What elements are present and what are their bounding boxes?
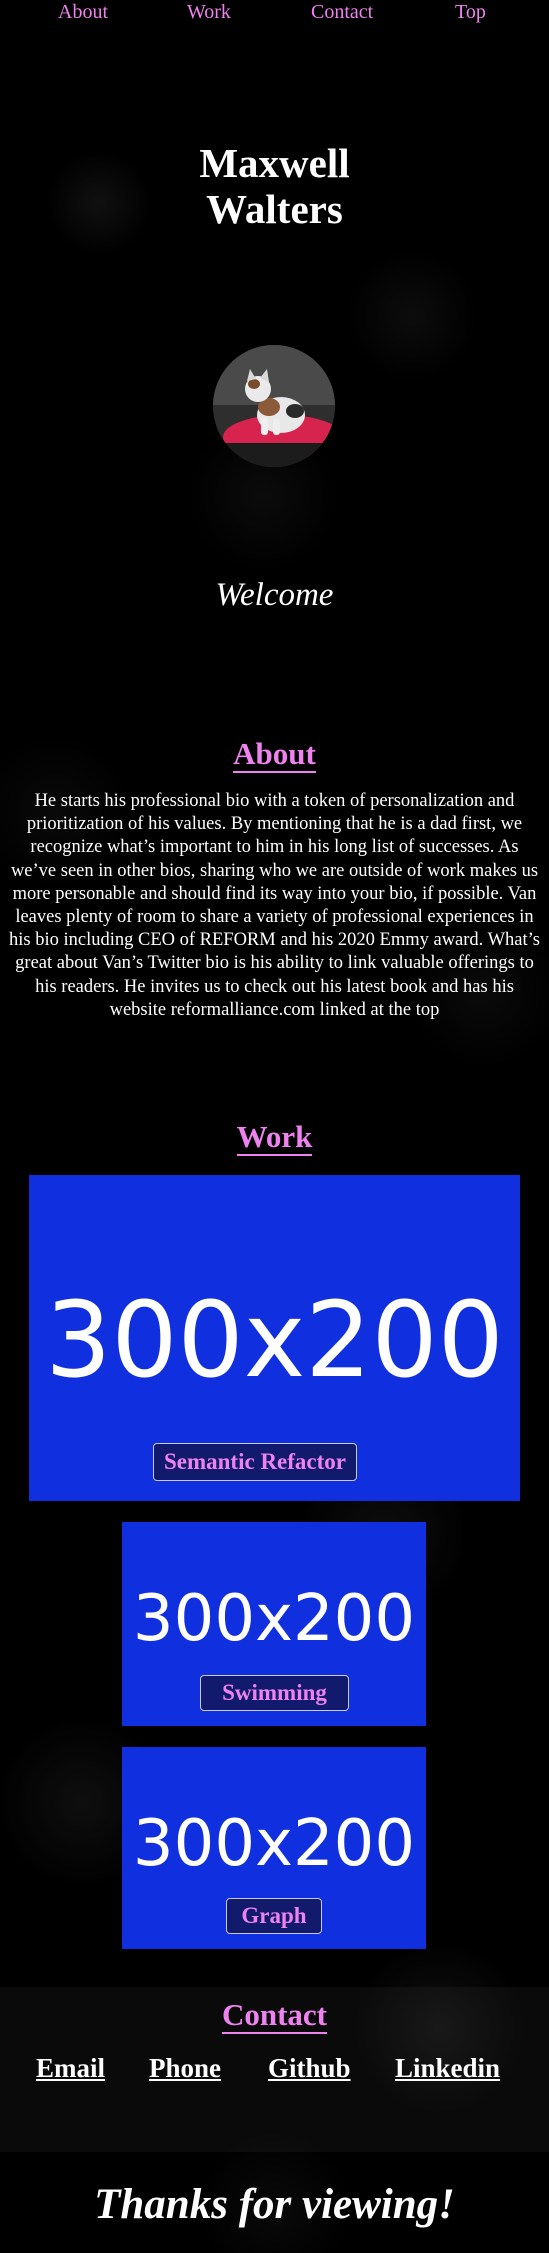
nav-link-about[interactable]: About [58,0,108,24]
avatar [213,345,335,467]
cat-photo-image [213,345,335,467]
nav-link-work[interactable]: Work [187,0,231,24]
about-body: He starts his professional bio with a to… [9,791,540,1020]
project-card-semantic-refactor[interactable]: 300x200 Semantic Refactor [29,1175,520,1501]
project-button-graph[interactable]: Graph [226,1898,322,1934]
contact-link-email[interactable]: Email [36,2052,105,2084]
contact-link-phone[interactable]: Phone [149,2052,221,2084]
about-heading-text: About [233,736,316,773]
contact-heading-text: Contact [221,1997,328,2034]
project-placeholder-text: 300x200 [132,1807,416,1881]
hero-name: Maxwell Walters [100,140,449,232]
about-heading: About [0,736,549,773]
project-card-swimming[interactable]: 300x200 Swimming [122,1522,426,1726]
project-placeholder-text: 300x200 [45,1279,504,1401]
contact-link-linkedin[interactable]: Linkedin [395,2052,500,2084]
hero-name-first: Maxwell [199,140,350,186]
contact-link-github[interactable]: Github [268,2052,351,2084]
hero-name-last: Walters [206,186,343,232]
project-button-swimming[interactable]: Swimming [200,1675,349,1711]
work-heading-text: Work [236,1119,313,1156]
work-heading: Work [0,1119,549,1156]
welcome-text: Welcome [215,577,334,613]
project-placeholder-text: 300x200 [132,1582,416,1656]
contact-heading: Contact [0,1997,549,2034]
nav-link-contact[interactable]: Contact [311,0,373,24]
top-nav: About Work Contact Top [0,0,549,28]
thanks-message: Thanks for viewing! [94,2181,455,2228]
project-card-graph[interactable]: 300x200 Graph [122,1747,426,1949]
nav-link-top[interactable]: Top [455,0,486,24]
project-button-semantic-refactor[interactable]: Semantic Refactor [153,1443,357,1481]
